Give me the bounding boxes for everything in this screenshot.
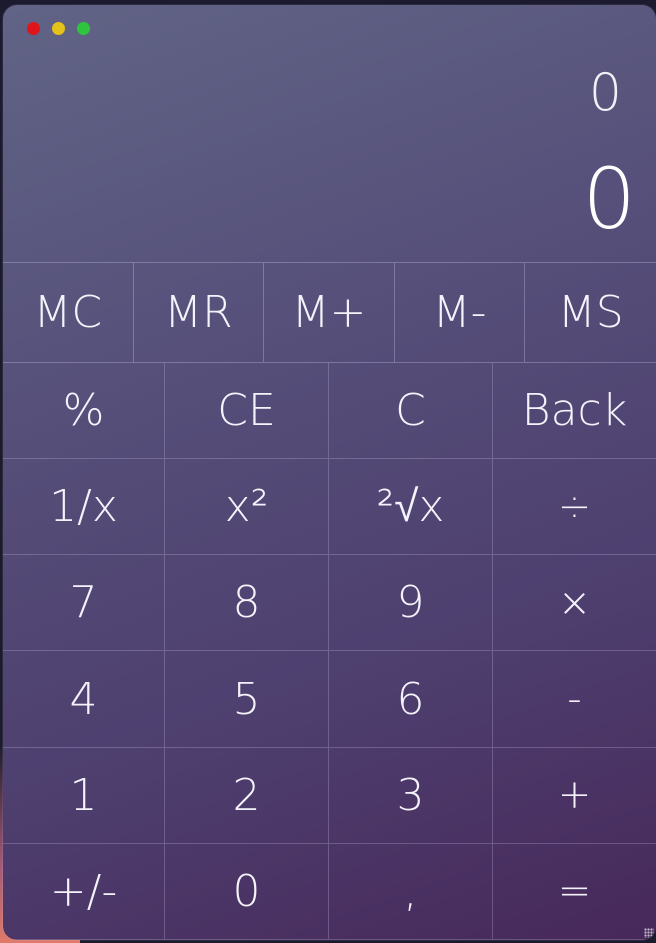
- calculator-display: 0 0: [3, 5, 656, 262]
- result-display: 0: [582, 150, 636, 248]
- keypad: % CE C Back 1/x x² ²√x ÷ 7 8 9 × 4 5 6 -…: [3, 363, 656, 940]
- reciprocal-button[interactable]: 1/x: [3, 459, 165, 556]
- digit-1-button[interactable]: 1: [3, 747, 165, 844]
- clear-entry-button[interactable]: CE: [165, 363, 329, 460]
- clear-button[interactable]: C: [329, 363, 493, 460]
- add-button[interactable]: +: [493, 748, 656, 844]
- digit-6-button[interactable]: 6: [329, 651, 493, 748]
- memory-clear-button[interactable]: MC: [3, 263, 134, 363]
- digit-3-button[interactable]: 3: [329, 747, 493, 844]
- memory-store-button[interactable]: MS: [525, 263, 656, 363]
- divide-button[interactable]: ÷: [493, 459, 656, 556]
- decimal-separator-button[interactable]: ,: [329, 843, 493, 940]
- square-button[interactable]: x²: [165, 459, 329, 556]
- percent-button[interactable]: %: [3, 363, 165, 460]
- backspace-button[interactable]: Back: [493, 363, 656, 460]
- memory-row: MC MR M+ M- MS: [3, 262, 656, 363]
- negate-button[interactable]: +/-: [3, 843, 165, 940]
- subtract-button[interactable]: -: [493, 651, 656, 748]
- calculator-window: 0 0 MC MR M+ M- MS % CE C Back 1/x x² ²√…: [3, 5, 656, 940]
- expression-display: 0: [588, 63, 622, 123]
- digit-4-button[interactable]: 4: [3, 651, 165, 748]
- digit-9-button[interactable]: 9: [329, 555, 493, 652]
- multiply-button[interactable]: ×: [493, 555, 656, 652]
- memory-recall-button[interactable]: MR: [133, 263, 265, 363]
- digit-5-button[interactable]: 5: [165, 651, 329, 748]
- square-root-button[interactable]: ²√x: [329, 459, 493, 556]
- resize-grip-icon[interactable]: [644, 928, 654, 938]
- memory-subtract-button[interactable]: M-: [394, 263, 526, 363]
- digit-2-button[interactable]: 2: [165, 747, 329, 844]
- digit-0-button[interactable]: 0: [165, 843, 329, 940]
- equals-button[interactable]: =: [493, 844, 656, 940]
- memory-add-button[interactable]: M+: [264, 263, 395, 363]
- digit-8-button[interactable]: 8: [165, 555, 329, 652]
- digit-7-button[interactable]: 7: [3, 555, 165, 652]
